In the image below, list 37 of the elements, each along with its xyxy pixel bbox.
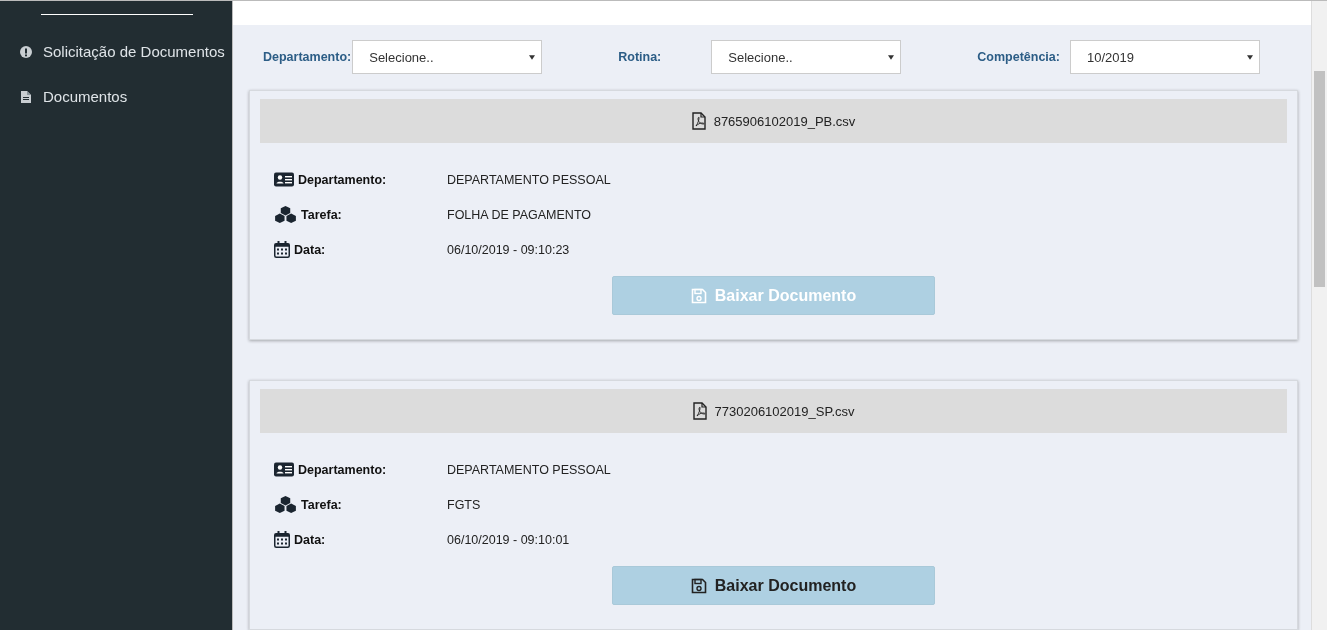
download-button[interactable]: Baixar Documento [612, 566, 935, 605]
calendar-icon [274, 241, 290, 258]
filter-label: Competência: [977, 50, 1060, 64]
field-label: Data: [294, 242, 326, 257]
sidebar-item[interactable]: Documentos [0, 88, 232, 105]
field-label: Tarefa: [301, 497, 342, 512]
field-label: Departamento: [298, 462, 387, 477]
pdf-file-icon [692, 402, 707, 420]
id-card-icon [274, 171, 294, 188]
caret-icon [529, 54, 536, 60]
filter-select[interactable]: 10/2019 [1069, 40, 1260, 74]
field-label: Tarefa: [301, 207, 342, 222]
sidebar-item[interactable]: Solicitação de Documentos [0, 43, 232, 60]
file-name: 8765906102019_PB.csv [713, 113, 856, 129]
filter-select[interactable]: Selecione.. [711, 40, 902, 74]
id-card-icon [274, 461, 294, 478]
file-name: 7730206102019_SP.csv [714, 403, 855, 419]
cubes-icon [274, 206, 297, 223]
calendar-icon [274, 531, 290, 548]
field-label: Data: [294, 532, 326, 547]
field-value: FOLHA DE PAGAMENTO [447, 207, 591, 222]
cubes-icon [274, 496, 297, 513]
caret-icon [1246, 54, 1253, 60]
scrollbar[interactable] [1311, 1, 1327, 630]
pdf-file-icon [691, 112, 706, 130]
filter-label: Departamento: [263, 50, 352, 64]
field-value: DEPARTAMENTO PESSOAL [447, 462, 611, 477]
exclamation-icon [20, 45, 32, 58]
field-value: FGTS [447, 497, 481, 512]
document-icon [20, 90, 32, 103]
caret-icon [888, 54, 895, 60]
field-value: 06/10/2019 - 09:10:23 [447, 242, 570, 257]
field-value: 06/10/2019 - 09:10:01 [447, 532, 570, 547]
filter-select[interactable]: Selecione.. [352, 40, 543, 74]
field-label: Departamento: [298, 172, 387, 187]
filter-label: Rotina: [618, 50, 662, 64]
field-value: DEPARTAMENTO PESSOAL [447, 172, 611, 187]
